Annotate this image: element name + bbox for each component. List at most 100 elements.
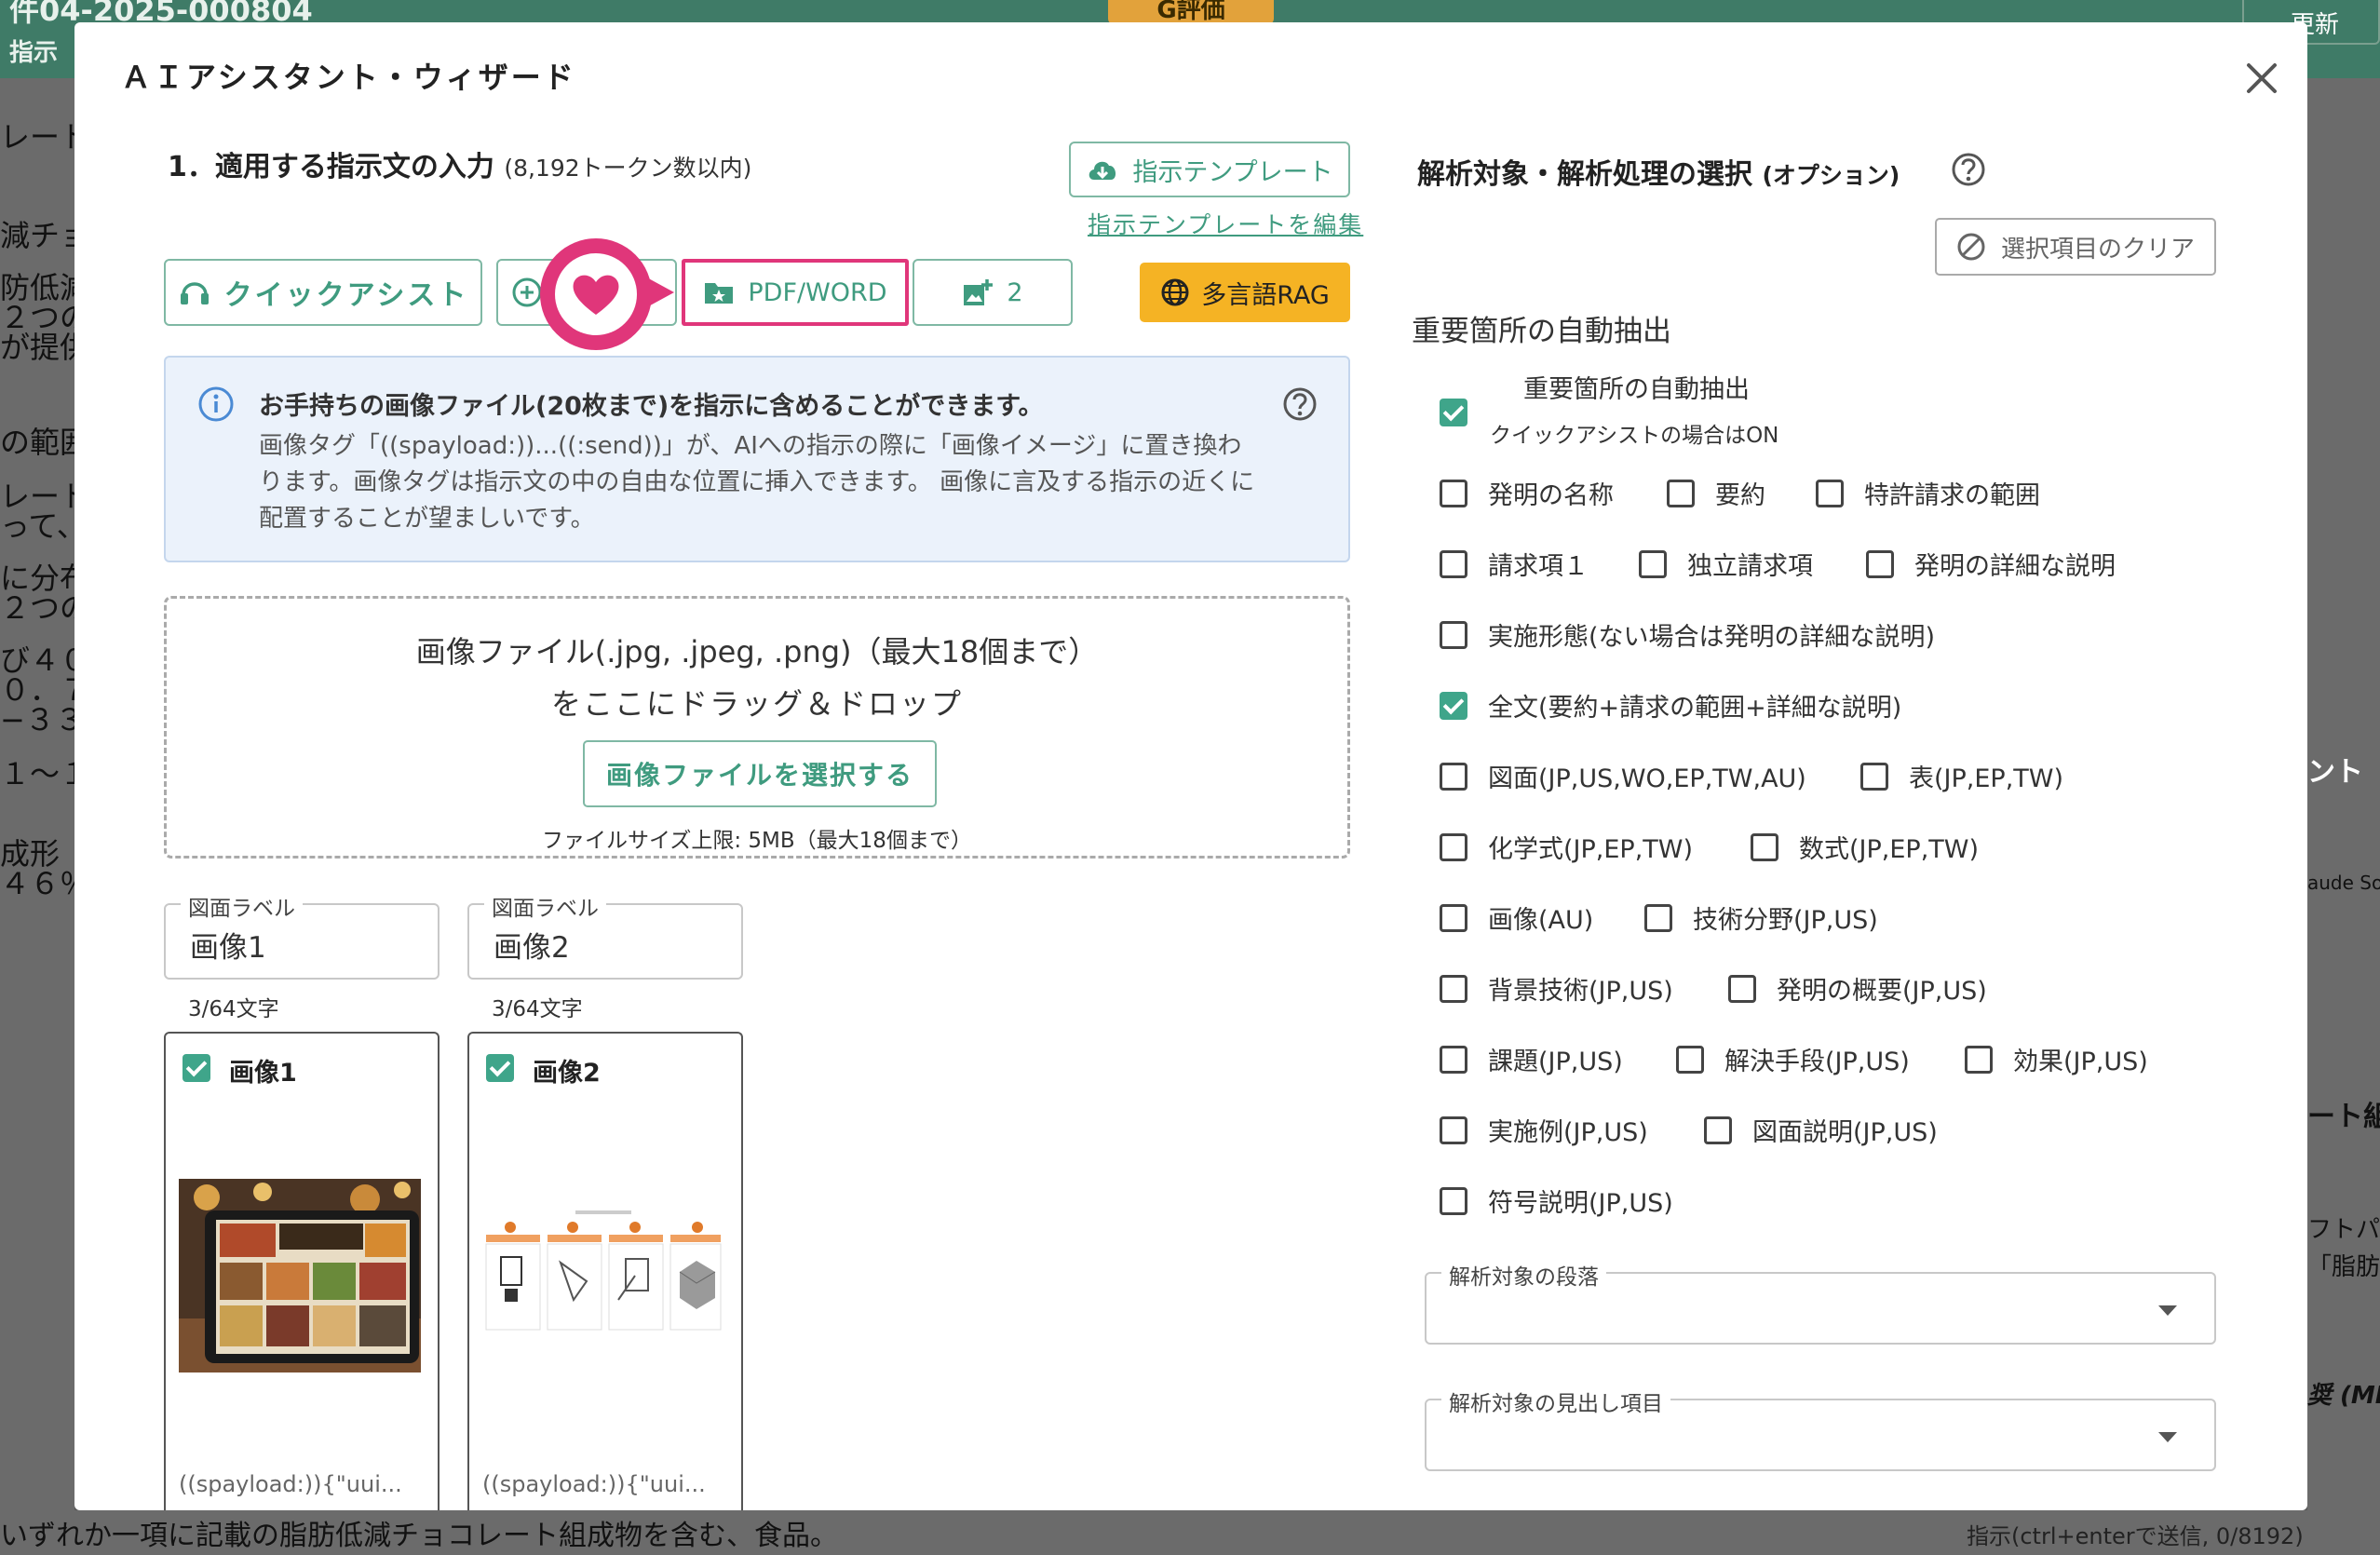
multilingual-rag-button[interactable]: 多言語RAG (1140, 263, 1350, 322)
checkbox-chemical[interactable]: 化学式(JP,EP,TW) (1440, 829, 1693, 865)
bg-line: aude Son (2307, 872, 2380, 894)
checkbox-summary[interactable]: 発明の概要(JP,US) (1728, 970, 1987, 1007)
bg-line: フトパ (2307, 1216, 2380, 1244)
checkbox-label: 効果(JP,US) (2013, 1048, 2148, 1076)
checkbox-label: 独立請求項 (1687, 552, 1813, 581)
select-image-button[interactable]: 画像ファイルを選択する (583, 740, 937, 807)
checkbox-embodiment[interactable]: 実施形態(ない場合は発明の詳細な説明) (1440, 616, 1935, 653)
quick-assist-button[interactable]: クイックアシスト (164, 259, 482, 326)
checkbox-claims[interactable]: 特許請求の範囲 (1816, 475, 2040, 511)
checkbox-images[interactable]: 画像(AU) (1440, 899, 1593, 936)
ordering-flow-thumbnail (482, 1179, 724, 1372)
section-title-text: 1．適用する指示文の入力 (168, 151, 494, 183)
checkbox-label: 発明の詳細な説明 (1914, 552, 2116, 581)
checkbox-examples[interactable]: 実施例(JP,US) (1440, 1112, 1648, 1148)
checkbox-independent-claims[interactable]: 独立請求項 (1639, 546, 1813, 582)
bg-line: ２つの (0, 590, 74, 626)
instruction-section-title: 1．適用する指示文の入力 (8,192トークン数以内) (168, 143, 751, 184)
plus-circle-icon (512, 277, 542, 307)
checkbox-label: 要約 (1715, 481, 1765, 510)
heading-select[interactable]: 解析対象の見出し項目 (1425, 1386, 2216, 1471)
checkbox-full-text[interactable]: 全文(要約+請求の範囲+詳細な説明) (1440, 687, 1901, 723)
char-counter: 3/64文字 (188, 997, 279, 1021)
close-icon (2247, 63, 2277, 93)
checkbox-detailed-description[interactable]: 発明の詳細な説明 (1866, 546, 2116, 582)
checkbox-invention-name[interactable]: 発明の名称 (1440, 475, 1614, 511)
char-counter: 3/64文字 (492, 997, 583, 1021)
paragraph-select[interactable]: 解析対象の段落 (1425, 1259, 2216, 1345)
checkbox-tables[interactable]: 表(JP,EP,TW) (1860, 758, 2063, 794)
pdf-word-button[interactable]: PDF/WORD (682, 259, 909, 326)
heart-icon (573, 275, 619, 315)
checkbox-label: 解決手段(JP,US) (1724, 1048, 1910, 1076)
bg-line: 「脂肪 (2307, 1253, 2380, 1281)
clear-selection-button[interactable]: 選択項目のクリア (1935, 218, 2216, 276)
auto-extract-checkbox[interactable] (1440, 399, 1467, 426)
checkbox-label: 発明の名称 (1488, 481, 1614, 510)
close-button[interactable] (2239, 56, 2284, 101)
field-label: 図面ラベル (484, 890, 606, 922)
checkbox-drawings[interactable]: 図面(JP,US,WO,EP,TW,AU) (1440, 758, 1806, 794)
checkbox-label: 全文(要約+請求の範囲+詳細な説明) (1488, 694, 1902, 723)
checkbox-label: 実施例(JP,US) (1488, 1118, 1648, 1147)
image-drop-zone[interactable]: 画像ファイル(.jpg, .jpeg, .png)（最大18個まで） をここにド… (164, 596, 1350, 859)
bg-line: １〜１ (0, 756, 74, 791)
clear-button-label: 選択項目のクリア (2000, 235, 2195, 264)
file-size-note: ファイルサイズ上限: 5MB（最大18個まで） (542, 829, 972, 853)
checkbox-label: 特許請求の範囲 (1864, 481, 2040, 510)
image-1-checkbox[interactable] (183, 1054, 210, 1082)
analysis-title-text: 解析対象・解析処理の選択 (1417, 158, 1752, 191)
bg-line: −３３ (0, 702, 74, 737)
checkbox-label: 表(JP,EP,TW) (1909, 764, 2064, 793)
checkbox-math[interactable]: 数式(JP,EP,TW) (1751, 829, 1979, 865)
drop-instruction-line1: 画像ファイル(.jpg, .jpeg, .png)（最大18個まで） (415, 634, 1099, 669)
image-card-1: 画像1 ((spayload:)){"uui... (164, 1032, 439, 1510)
image-label-field-2[interactable]: 図面ラベル 画像2 (467, 890, 743, 980)
image-card-title: 画像1 (229, 1059, 297, 1088)
checkbox-label: 課題(JP,US) (1488, 1048, 1623, 1076)
bg-line: が提供 (0, 330, 74, 365)
help-icon[interactable] (1950, 151, 1987, 188)
checkbox-tech-field[interactable]: 技術分野(JP,US) (1644, 899, 1878, 936)
drop-instruction-line2: をここにドラッグ＆ドロップ (550, 686, 963, 722)
eval-badge: G評価 (1108, 0, 1274, 24)
instruction-template-button[interactable]: 指示テンプレート (1069, 142, 1350, 197)
edit-template-link[interactable]: 指示テンプレートを編集 (1088, 207, 1363, 240)
prompt-input-hint: 指示(ctrl+enterで送信, 0/8192) (1967, 1523, 2304, 1549)
checkbox-ref-signs[interactable]: 符号説明(JP,US) (1440, 1183, 1673, 1219)
checkbox-drawing-desc[interactable]: 図面説明(JP,US) (1704, 1112, 1938, 1148)
dropdown-arrow-icon (2158, 1305, 2177, 1316)
bg-line: ント (2307, 756, 2363, 789)
dialog-title: ＡＩアシスタント・ウィザード (121, 60, 576, 95)
checkbox-label: 実施形態(ない場合は発明の詳細な説明) (1488, 623, 1936, 652)
pdf-word-label: PDF/WORD (748, 277, 887, 307)
checkbox-label: 数式(JP,EP,TW) (1799, 835, 1980, 864)
cloud-download-icon (1089, 161, 1116, 180)
image-tag-preview: ((spayload:)){"uui... (482, 1471, 706, 1497)
image-info-alert: お手持ちの画像ファイル(20枚まで)を指示に含めることができます。 画像タグ「(… (164, 356, 1350, 562)
select-label: 解析対象の見出し項目 (1441, 1386, 1670, 1417)
image-label-field-1[interactable]: 図面ラベル 画像1 (164, 890, 439, 980)
checkbox-background[interactable]: 背景技術(JP,US) (1440, 970, 1673, 1007)
token-limit-text: (8,192トークン数以内) (504, 155, 752, 182)
image-card-2: 画像2 ((spayload:)){"uui... (467, 1032, 743, 1510)
checkbox-solution[interactable]: 解決手段(JP,US) (1676, 1041, 1910, 1077)
background-document: レート 減チョ 防低減 ２つの が提供 の範囲 レート って、 に分布 ２つの … (0, 78, 74, 1555)
checkbox-problem[interactable]: 課題(JP,US) (1440, 1041, 1623, 1077)
image-2-checkbox[interactable] (486, 1054, 514, 1082)
checkbox-effect[interactable]: 効果(JP,US) (1965, 1041, 2148, 1077)
background-footer: いずれか一項に記載の脂肪低減チョコレート組成物を含む、食品。 指示(ctrl+e… (0, 1510, 2380, 1555)
dropdown-arrow-icon (2158, 1432, 2177, 1442)
bg-line: ４６％ (0, 866, 74, 901)
image-count-button[interactable]: 2 (913, 259, 1073, 326)
select-label: 解析対象の段落 (1441, 1259, 1606, 1291)
help-icon[interactable] (1281, 385, 1318, 423)
checkbox-claim1[interactable]: 請求項１ (1440, 546, 1589, 582)
info-title: お手持ちの画像ファイル(20枚まで)を指示に含めることができます。 (259, 392, 1044, 421)
image-tag-preview: ((spayload:)){"uui... (179, 1471, 402, 1497)
auto-extract-label: 重要箇所の自動抽出 (1523, 375, 1750, 404)
headset-icon (180, 282, 209, 304)
checkbox-label: 背景技術(JP,US) (1488, 977, 1673, 1006)
quick-assist-label: クイックアシスト (223, 279, 469, 312)
checkbox-abstract[interactable]: 要約 (1667, 475, 1765, 511)
